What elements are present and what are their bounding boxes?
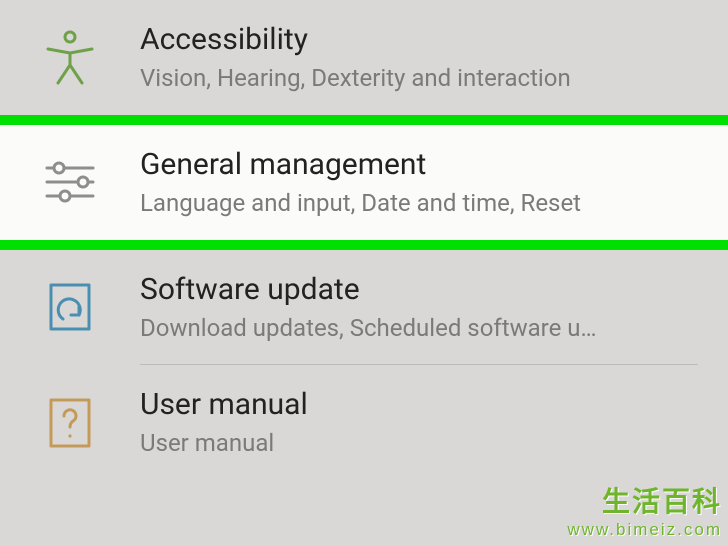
settings-item-title: Accessibility	[140, 22, 708, 58]
highlight-box: General management Language and input, D…	[0, 115, 728, 250]
settings-item-text: Accessibility Vision, Hearing, Dexterity…	[140, 22, 728, 93]
settings-item-title: Software update	[140, 272, 708, 308]
settings-item-text: User manual User manual	[140, 387, 728, 458]
settings-item-text: General management Language and input, D…	[140, 147, 728, 218]
watermark: 生活百科 www.bimeiz.com	[567, 480, 722, 540]
settings-item-subtitle: Download updates, Scheduled software u…	[140, 314, 708, 343]
settings-item-subtitle: User manual	[140, 429, 708, 458]
watermark-url: www.bimeiz.com	[567, 520, 722, 540]
sliders-icon	[0, 160, 140, 204]
accessibility-icon	[0, 29, 140, 85]
watermark-title: 生活百科	[567, 480, 722, 520]
settings-item-general-management[interactable]: General management Language and input, D…	[0, 125, 728, 240]
settings-item-title: User manual	[140, 387, 708, 423]
settings-item-software-update[interactable]: Software update Download updates, Schedu…	[0, 250, 728, 365]
update-icon	[0, 281, 140, 333]
settings-item-title: General management	[140, 147, 708, 183]
settings-item-subtitle: Language and input, Date and time, Reset	[140, 189, 708, 218]
settings-item-text: Software update Download updates, Schedu…	[140, 272, 728, 343]
settings-list: Accessibility Vision, Hearing, Dexterity…	[0, 0, 728, 480]
settings-item-accessibility[interactable]: Accessibility Vision, Hearing, Dexterity…	[0, 0, 728, 115]
manual-icon	[0, 396, 140, 450]
settings-item-user-manual[interactable]: User manual User manual	[0, 365, 728, 480]
settings-item-subtitle: Vision, Hearing, Dexterity and interacti…	[140, 64, 708, 93]
